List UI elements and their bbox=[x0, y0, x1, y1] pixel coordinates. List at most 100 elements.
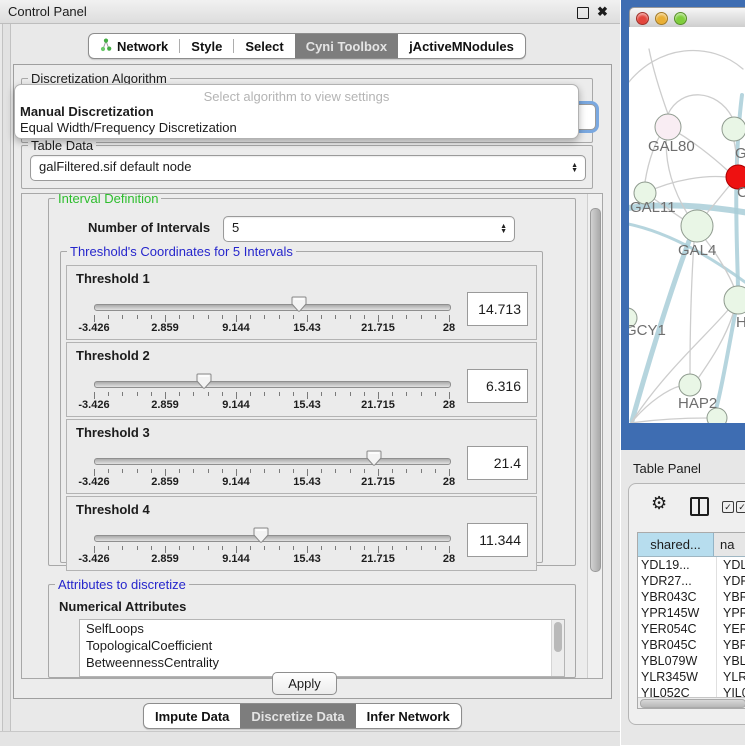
tick-mark bbox=[421, 546, 422, 550]
tick-mark bbox=[435, 315, 436, 319]
tab-cyni-toolbox[interactable]: Cyni Toolbox bbox=[295, 34, 398, 58]
threshold-value-field[interactable]: 14.713 bbox=[467, 292, 528, 326]
table-panel-title: Table Panel bbox=[633, 461, 701, 476]
tab-select[interactable]: Select bbox=[234, 34, 294, 58]
threshold-value-field[interactable]: 21.4 bbox=[467, 446, 528, 480]
tick-mark bbox=[293, 469, 294, 473]
mode-tab-discretize-data[interactable]: Discretize Data bbox=[240, 704, 355, 728]
tick-mark bbox=[350, 469, 351, 473]
apply-button[interactable]: Apply bbox=[272, 672, 337, 695]
network-node-green[interactable] bbox=[679, 374, 701, 396]
attribute-item-topologicalcoefficient[interactable]: TopologicalCoefficient bbox=[80, 637, 564, 654]
tick-mark bbox=[137, 546, 138, 550]
cell-name: YER0 bbox=[717, 621, 745, 637]
settings-scrollbar[interactable] bbox=[587, 194, 602, 678]
table-row[interactable]: YLR345WYLR3 bbox=[638, 669, 745, 685]
scale-label: 21.715 bbox=[348, 476, 408, 488]
tick-mark bbox=[335, 546, 336, 550]
network-node-green[interactable] bbox=[681, 210, 713, 242]
tick-mark bbox=[307, 469, 308, 476]
mode-tab-infer-network[interactable]: Infer Network bbox=[356, 704, 461, 728]
table-row[interactable]: YIL052CYIL0 bbox=[638, 685, 745, 697]
threshold-value-field[interactable]: 6.316 bbox=[467, 369, 528, 403]
cell-name: YDL1 bbox=[717, 557, 745, 573]
network-node-green[interactable] bbox=[724, 286, 745, 314]
slider-thumb[interactable] bbox=[196, 373, 212, 390]
cell-name: YBR0 bbox=[717, 589, 745, 605]
tick-mark bbox=[208, 392, 209, 396]
numerical-attributes-list[interactable]: SelfLoopsTopologicalCoefficientBetweenne… bbox=[79, 619, 565, 677]
slider-track[interactable] bbox=[94, 458, 451, 465]
tab-label: jActiveMNodules bbox=[409, 39, 514, 54]
dropdown-item-manual-discretization[interactable]: Manual Discretization bbox=[20, 104, 154, 119]
cell-name: YLR3 bbox=[717, 669, 745, 685]
column-header-name[interactable]: na bbox=[714, 533, 745, 556]
threshold-value-field[interactable]: 11.344 bbox=[467, 523, 528, 557]
slider-track[interactable] bbox=[94, 304, 451, 311]
tab-network[interactable]: Network bbox=[89, 34, 179, 58]
table-horizontal-scrollbar[interactable] bbox=[638, 697, 745, 708]
table-row[interactable]: YER054CYER0 bbox=[638, 621, 745, 637]
tab-style[interactable]: Style bbox=[180, 34, 233, 58]
gear-icon[interactable]: ⚙ bbox=[651, 493, 667, 514]
list-scrollbar[interactable] bbox=[551, 620, 564, 676]
columns-icon[interactable] bbox=[690, 497, 709, 516]
network-edge bbox=[631, 418, 707, 423]
tick-mark bbox=[165, 392, 166, 399]
number-of-intervals-combo[interactable]: 5 ▲▼ bbox=[223, 216, 515, 242]
tick-mark bbox=[364, 392, 365, 396]
table-data-combo[interactable]: galFiltered.sif default node ▲▼ bbox=[30, 155, 586, 181]
tick-mark bbox=[137, 315, 138, 319]
close-light-icon[interactable] bbox=[636, 12, 649, 25]
tick-mark bbox=[236, 469, 237, 476]
node-table: shared... na YDL19...YDL1YDR27...YDR2YBR… bbox=[637, 532, 745, 709]
tick-mark bbox=[378, 546, 379, 553]
slider-track[interactable] bbox=[94, 535, 451, 542]
column-header-shared-name[interactable]: shared... bbox=[638, 533, 714, 556]
tick-mark bbox=[165, 315, 166, 322]
threshold-label: Threshold 2 bbox=[76, 348, 150, 363]
tick-mark bbox=[236, 315, 237, 322]
table-row[interactable]: YDL19...YDL1 bbox=[638, 557, 745, 573]
threshold-label: Threshold 3 bbox=[76, 425, 150, 440]
tick-mark bbox=[364, 546, 365, 550]
tick-mark bbox=[236, 392, 237, 399]
table-row[interactable]: YBR045CYBR0 bbox=[638, 637, 745, 653]
slider-track[interactable] bbox=[94, 381, 451, 388]
slider-thumb[interactable] bbox=[291, 296, 307, 313]
tick-mark bbox=[350, 315, 351, 319]
cell-shared-name: YBR045C bbox=[638, 637, 717, 653]
scale-label: 2.859 bbox=[135, 322, 195, 334]
tick-mark bbox=[94, 392, 95, 399]
tick-mark bbox=[392, 546, 393, 550]
network-node-green[interactable] bbox=[722, 117, 745, 141]
cell-name: YBR0 bbox=[717, 637, 745, 653]
minimize-light-icon[interactable] bbox=[655, 12, 668, 25]
close-icon[interactable]: ✖ bbox=[596, 5, 609, 18]
float-window-icon[interactable] bbox=[577, 7, 589, 19]
dropdown-item-equal-width-frequency-discretization[interactable]: Equal Width/Frequency Discretization bbox=[20, 120, 237, 135]
table-row[interactable]: YBL079WYBL0 bbox=[638, 653, 745, 669]
mode-tab-impute-data[interactable]: Impute Data bbox=[144, 704, 240, 728]
network-node-pink[interactable] bbox=[655, 114, 681, 140]
table-row[interactable]: YBR043CYBR0 bbox=[638, 589, 745, 605]
network-node-label: GAL80 bbox=[648, 138, 695, 155]
scale-label: 15.43 bbox=[277, 476, 337, 488]
slider-thumb[interactable] bbox=[366, 450, 382, 467]
threshold-label: Threshold 1 bbox=[76, 271, 150, 286]
tab-jactivemnodules[interactable]: jActiveMNodules bbox=[398, 34, 525, 58]
tick-mark bbox=[222, 315, 223, 319]
table-row[interactable]: YPR145WYPR1 bbox=[638, 605, 745, 621]
number-of-intervals-label: Number of Intervals bbox=[88, 220, 210, 235]
checkbox-icon[interactable]: ✓ bbox=[722, 501, 734, 513]
checkbox-icon[interactable]: ✓ bbox=[736, 501, 745, 513]
attribute-item-betweennesscentrality[interactable]: BetweennessCentrality bbox=[80, 654, 564, 671]
tick-mark bbox=[250, 392, 251, 396]
tick-mark bbox=[279, 315, 280, 319]
network-canvas[interactable]: GAL80GACGAL11GAL4GCY1HHAP2 bbox=[629, 27, 745, 423]
slider-thumb[interactable] bbox=[253, 527, 269, 544]
zoom-light-icon[interactable] bbox=[674, 12, 687, 25]
table-row[interactable]: YDR27...YDR2 bbox=[638, 573, 745, 589]
attribute-item-selfloops[interactable]: SelfLoops bbox=[80, 620, 564, 637]
tick-mark bbox=[94, 546, 95, 553]
